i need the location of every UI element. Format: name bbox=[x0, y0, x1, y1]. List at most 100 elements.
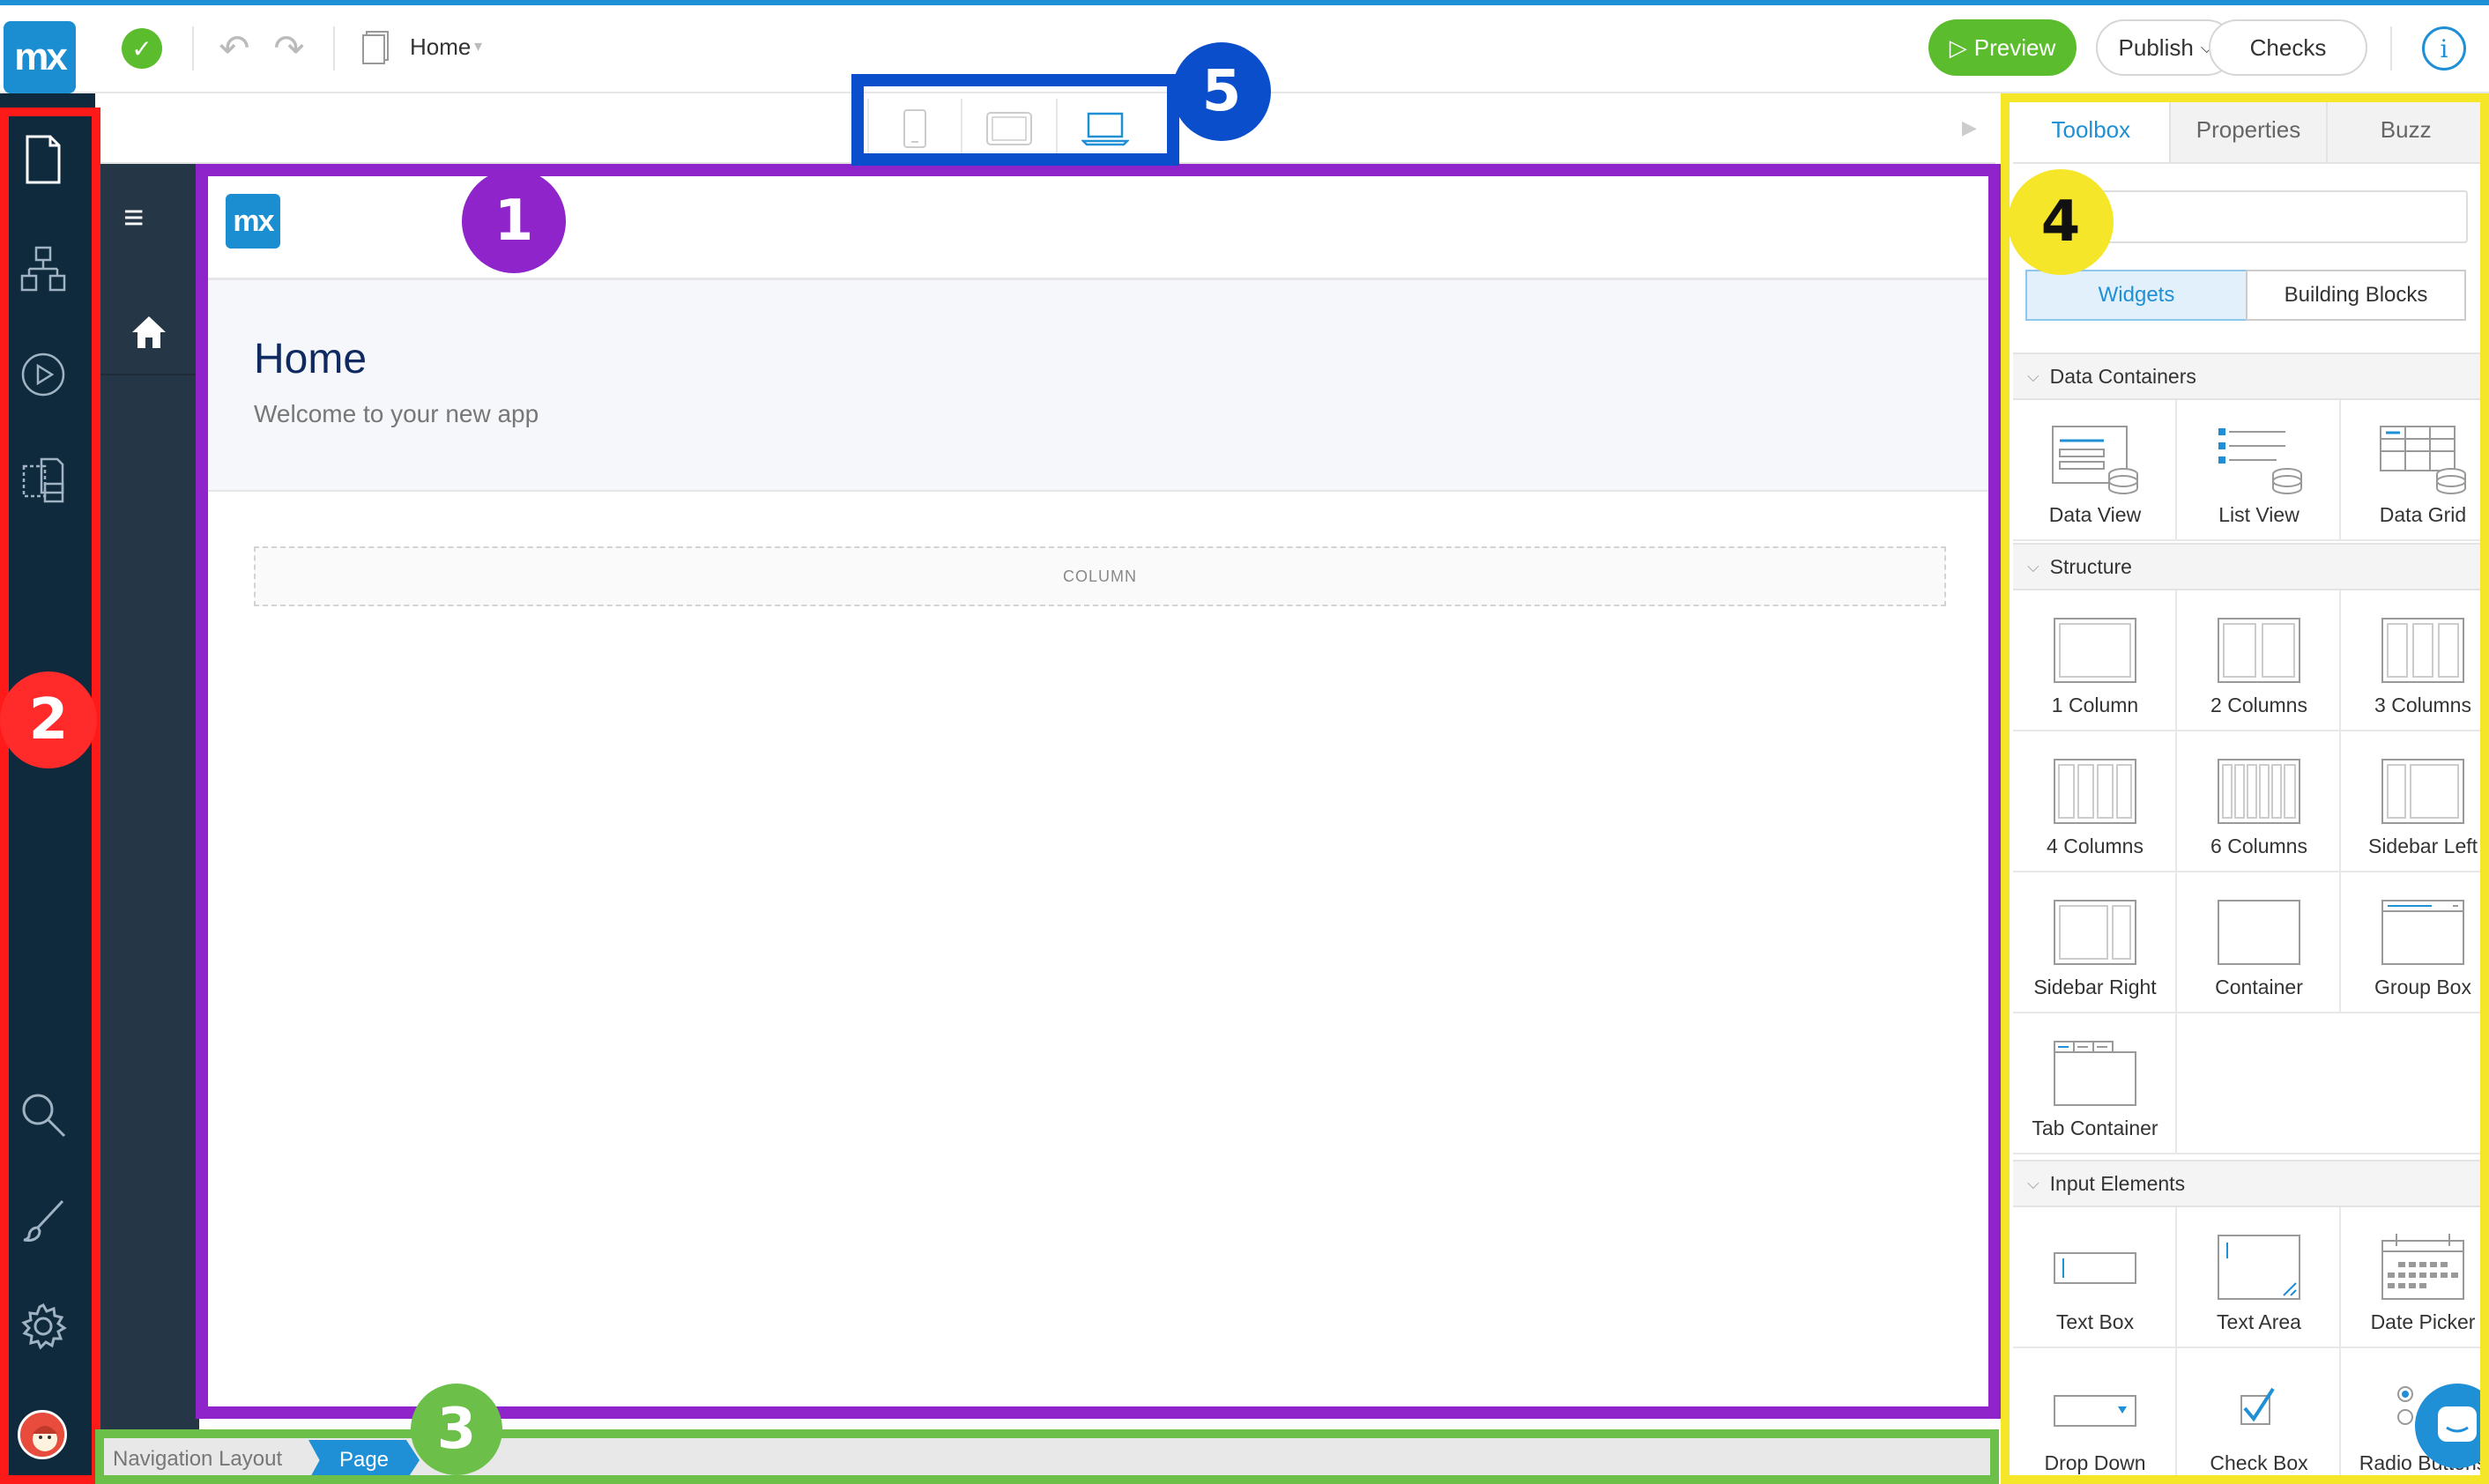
widget-2-columns[interactable]: 2 Columns bbox=[2177, 590, 2341, 731]
user-avatar[interactable] bbox=[18, 1410, 67, 1459]
redo-icon[interactable]: ↷ bbox=[268, 26, 310, 69]
tab-container-icon bbox=[2038, 1029, 2152, 1117]
widget-label: Sidebar Right bbox=[2033, 976, 2157, 998]
widget-label: Data View bbox=[2048, 503, 2142, 526]
six-columns-icon bbox=[2202, 747, 2316, 835]
widget-4-columns[interactable]: 4 Columns bbox=[2013, 731, 2177, 872]
widget-label: Text Box bbox=[2055, 1310, 2135, 1333]
widget-data-grid[interactable]: Data Grid bbox=[2341, 400, 2489, 541]
theme-brush-icon[interactable] bbox=[14, 1191, 72, 1250]
widget-label: Drop Down bbox=[2044, 1451, 2146, 1474]
marker-5: 5 bbox=[1172, 42, 1271, 141]
chevron-down-icon[interactable]: ▾ bbox=[474, 37, 482, 56]
desktop-view-button[interactable] bbox=[1058, 99, 1153, 159]
two-columns-icon bbox=[2202, 606, 2316, 694]
category-structure[interactable]: ⌵ Structure bbox=[2013, 543, 2484, 590]
marker-2: 2 bbox=[0, 672, 97, 768]
undo-icon[interactable]: ↶ bbox=[213, 26, 256, 69]
page-title[interactable]: Home bbox=[254, 335, 367, 383]
toolbar-divider bbox=[192, 26, 194, 70]
chevron-down-icon: ⌵ bbox=[2027, 557, 2039, 575]
panel-tabs: Toolbox Properties Buzz bbox=[2013, 97, 2485, 164]
one-column-icon bbox=[2038, 606, 2152, 694]
widget-label: 3 Columns bbox=[2374, 694, 2471, 716]
widget-date-picker[interactable]: Date Picker bbox=[2341, 1207, 2489, 1348]
widget-6-columns[interactable]: 6 Columns bbox=[2177, 731, 2341, 872]
app-explorer-icon[interactable] bbox=[14, 451, 72, 509]
drop-down-icon bbox=[2038, 1364, 2152, 1452]
widget-data-view[interactable]: Data View bbox=[2013, 400, 2177, 541]
widget-sidebar-left[interactable]: Sidebar Left bbox=[2341, 731, 2489, 872]
widget-1-column[interactable]: 1 Column bbox=[2013, 590, 2177, 731]
widget-sidebar-right[interactable]: Sidebar Right bbox=[2013, 872, 2177, 1013]
list-view-icon bbox=[2202, 416, 2316, 504]
page-subtitle[interactable]: Welcome to your new app bbox=[254, 400, 539, 428]
tab-toolbox[interactable]: Toolbox bbox=[2013, 97, 2171, 162]
container-icon bbox=[2202, 888, 2316, 976]
search-icon[interactable] bbox=[14, 1086, 72, 1144]
tablet-view-button[interactable] bbox=[962, 99, 1058, 159]
marker-1: 1 bbox=[462, 169, 566, 273]
checkbox-icon bbox=[2202, 1364, 2316, 1452]
widget-container[interactable]: Container bbox=[2177, 872, 2341, 1013]
play-icon: ▷ bbox=[1949, 33, 1967, 61]
marker-3: 3 bbox=[411, 1384, 502, 1475]
widget-label: Check Box bbox=[2210, 1451, 2308, 1474]
widget-list-view[interactable]: List View bbox=[2177, 400, 2341, 541]
text-box-icon bbox=[2038, 1223, 2152, 1311]
widget-label: Container bbox=[2215, 976, 2303, 998]
category-label: Structure bbox=[2049, 554, 2132, 578]
hamburger-menu-icon[interactable]: ≡ bbox=[123, 198, 144, 238]
info-icon[interactable]: i bbox=[2422, 26, 2466, 70]
widgets-toggle[interactable]: Widgets bbox=[2025, 270, 2248, 321]
widget-3-columns[interactable]: 3 Columns bbox=[2341, 590, 2489, 731]
page-header-section[interactable] bbox=[199, 280, 1995, 492]
tab-buzz[interactable]: Buzz bbox=[2328, 97, 2485, 162]
marker-4: 4 bbox=[2008, 169, 2114, 275]
breadcrumb-navigation-layout[interactable]: Navigation Layout bbox=[113, 1447, 282, 1472]
settings-gear-icon[interactable] bbox=[14, 1297, 72, 1355]
data-grid-icon bbox=[2366, 416, 2480, 504]
tablet-icon bbox=[986, 112, 1032, 145]
home-nav-item[interactable] bbox=[99, 291, 199, 375]
widget-group-box[interactable]: Group Box bbox=[2341, 872, 2489, 1013]
tab-properties[interactable]: Properties bbox=[2170, 97, 2329, 162]
widget-text-box[interactable]: Text Box bbox=[2013, 1207, 2177, 1348]
checks-button[interactable]: Checks bbox=[2209, 19, 2367, 76]
widget-label: Group Box bbox=[2374, 976, 2471, 998]
category-input-elements[interactable]: ⌵ Input Elements bbox=[2013, 1160, 2484, 1207]
widget-text-area[interactable]: Text Area bbox=[2177, 1207, 2341, 1348]
widget-empty-cell bbox=[2177, 1013, 2484, 1154]
widget-label: 4 Columns bbox=[2047, 835, 2144, 857]
chevron-down-icon: ⌵ bbox=[2027, 1174, 2039, 1192]
collapse-arrow-icon[interactable]: ▶ bbox=[1962, 116, 1977, 139]
pages-icon[interactable] bbox=[14, 130, 72, 189]
publish-label: Publish bbox=[2118, 33, 2194, 61]
laptop-icon bbox=[1081, 112, 1129, 146]
page-selector[interactable]: Home bbox=[410, 33, 471, 61]
preview-label: Preview bbox=[1973, 33, 2056, 61]
app-logo[interactable]: mx bbox=[226, 194, 280, 249]
microflows-icon[interactable] bbox=[14, 345, 72, 404]
building-blocks-toggle[interactable]: Building Blocks bbox=[2246, 270, 2466, 321]
widget-check-box[interactable]: Check Box bbox=[2177, 1348, 2341, 1484]
category-data-containers[interactable]: ⌵ Data Containers bbox=[2013, 352, 2484, 400]
four-columns-icon bbox=[2038, 747, 2152, 835]
widget-label: Date Picker bbox=[2370, 1310, 2476, 1333]
breadcrumb-page[interactable]: Page bbox=[308, 1440, 420, 1480]
widget-label: Text Area bbox=[2217, 1310, 2301, 1333]
sidebar-right-icon bbox=[2038, 888, 2152, 976]
home-icon bbox=[132, 316, 166, 348]
calendar-icon bbox=[2366, 1223, 2480, 1311]
phone-view-button[interactable] bbox=[867, 99, 962, 159]
mendix-logo[interactable]: mx bbox=[4, 21, 76, 93]
widget-drop-down[interactable]: Drop Down bbox=[2013, 1348, 2177, 1484]
check-status-icon[interactable]: ✓ bbox=[122, 28, 162, 69]
widget-tab-container[interactable]: Tab Container bbox=[2013, 1013, 2177, 1154]
domain-model-icon[interactable] bbox=[14, 240, 72, 298]
chevron-down-icon: ⌵ bbox=[2027, 367, 2039, 385]
widget-label: 2 Columns bbox=[2210, 694, 2307, 716]
preview-button[interactable]: ▷ Preview bbox=[1928, 19, 2077, 76]
column-placeholder[interactable]: COLUMN bbox=[254, 546, 1946, 606]
category-label: Input Elements bbox=[2049, 1171, 2186, 1195]
